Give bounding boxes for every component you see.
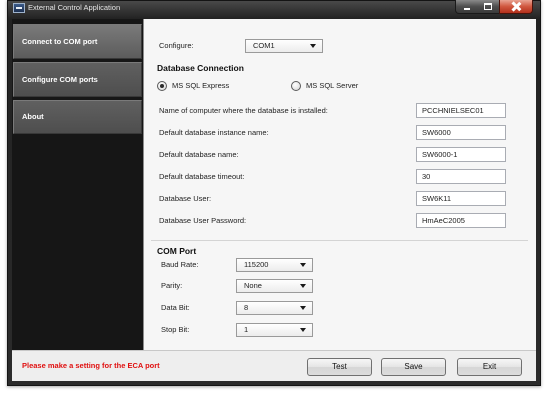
stop-bit-value: 1 [244, 325, 249, 334]
database-name-row: Default database name: SW6000-1 [159, 147, 506, 162]
computer-name-field[interactable]: PCCHNIELSEC01 [416, 103, 506, 118]
stop-bit-row: Stop Bit: 1 [161, 323, 321, 337]
section-divider [151, 240, 528, 241]
stop-bit-label: Stop Bit: [161, 325, 190, 334]
com-port-heading: COM Port [157, 246, 197, 256]
sidebar-item-configure-com-ports[interactable]: Configure COM ports [13, 62, 142, 97]
configure-row: Configure: COM1 [159, 39, 329, 53]
instance-name-row: Default database instance name: SW6000 [159, 125, 506, 140]
client-area: Connect to COM port Configure COM ports … [12, 19, 536, 381]
footer-bar: Please make a setting for the ECA port T… [12, 350, 536, 381]
close-icon [512, 2, 521, 11]
parity-label: Parity: [161, 281, 183, 290]
instance-name-label: Default database instance name: [159, 128, 269, 137]
radio-ms-sql-express[interactable]: MS SQL Express [157, 79, 247, 93]
configure-dropdown[interactable]: COM1 [245, 39, 323, 53]
database-timeout-field[interactable]: 30 [416, 169, 506, 184]
database-user-row: Database User: SW6K11 [159, 191, 506, 206]
database-password-field[interactable]: HmAeC2005 [416, 213, 506, 228]
data-bit-label: Data Bit: [161, 303, 190, 312]
database-user-field[interactable]: SW6K11 [416, 191, 506, 206]
settings-panel: Configure: COM1 Database Connection MS S… [143, 19, 536, 350]
status-message: Please make a setting for the ECA port [22, 361, 160, 370]
title-bar[interactable]: External Control Application [7, 0, 541, 19]
maximize-button[interactable] [477, 0, 500, 14]
chevron-down-icon [300, 306, 306, 310]
stop-bit-dropdown[interactable]: 1 [236, 323, 313, 337]
chevron-down-icon [300, 263, 306, 267]
computer-name-label: Name of computer where the database is i… [159, 106, 328, 115]
computer-name-row: Name of computer where the database is i… [159, 103, 506, 118]
database-user-label: Database User: [159, 194, 212, 203]
baud-rate-row: Baud Rate: 115200 [161, 258, 321, 272]
database-name-label: Default database name: [159, 150, 239, 159]
radio-indicator[interactable] [291, 81, 301, 91]
database-timeout-label: Default database timeout: [159, 172, 245, 181]
data-bit-value: 8 [244, 303, 249, 312]
configure-label: Configure: [159, 41, 194, 50]
app-window: External Control Application Connect to … [7, 0, 541, 386]
close-button[interactable] [499, 0, 533, 14]
app-icon [13, 3, 25, 13]
database-password-label: Database User Password: [159, 216, 247, 225]
radio-indicator[interactable] [157, 81, 167, 91]
data-bit-row: Data Bit: 8 [161, 301, 321, 315]
baud-rate-dropdown[interactable]: 115200 [236, 258, 313, 272]
window-title: External Control Application [28, 3, 121, 12]
save-button[interactable]: Save [381, 358, 446, 376]
database-timeout-row: Default database timeout: 30 [159, 169, 506, 184]
parity-value: None [244, 281, 262, 290]
minimize-button[interactable] [455, 0, 478, 14]
chevron-down-icon [310, 44, 316, 48]
database-connection-heading: Database Connection [157, 63, 244, 73]
sidebar: Connect to COM port Configure COM ports … [12, 19, 143, 350]
baud-rate-label: Baud Rate: [161, 260, 199, 269]
test-button[interactable]: Test [307, 358, 372, 376]
parity-row: Parity: None [161, 279, 321, 293]
maximize-icon [484, 3, 492, 10]
exit-button[interactable]: Exit [457, 358, 522, 376]
configure-value: COM1 [253, 41, 275, 50]
instance-name-field[interactable]: SW6000 [416, 125, 506, 140]
data-bit-dropdown[interactable]: 8 [236, 301, 313, 315]
sidebar-item-connect-com-port[interactable]: Connect to COM port [13, 24, 142, 59]
database-name-field[interactable]: SW6000-1 [416, 147, 506, 162]
database-password-row: Database User Password: HmAeC2005 [159, 213, 506, 228]
radio-label: MS SQL Server [306, 81, 359, 90]
sidebar-item-about[interactable]: About [13, 100, 142, 134]
radio-ms-sql-server[interactable]: MS SQL Server [291, 79, 381, 93]
baud-rate-value: 115200 [244, 260, 269, 269]
chevron-down-icon [300, 284, 306, 288]
parity-dropdown[interactable]: None [236, 279, 313, 293]
radio-label: MS SQL Express [172, 81, 230, 90]
chevron-down-icon [300, 328, 306, 332]
minimize-icon [464, 8, 470, 10]
